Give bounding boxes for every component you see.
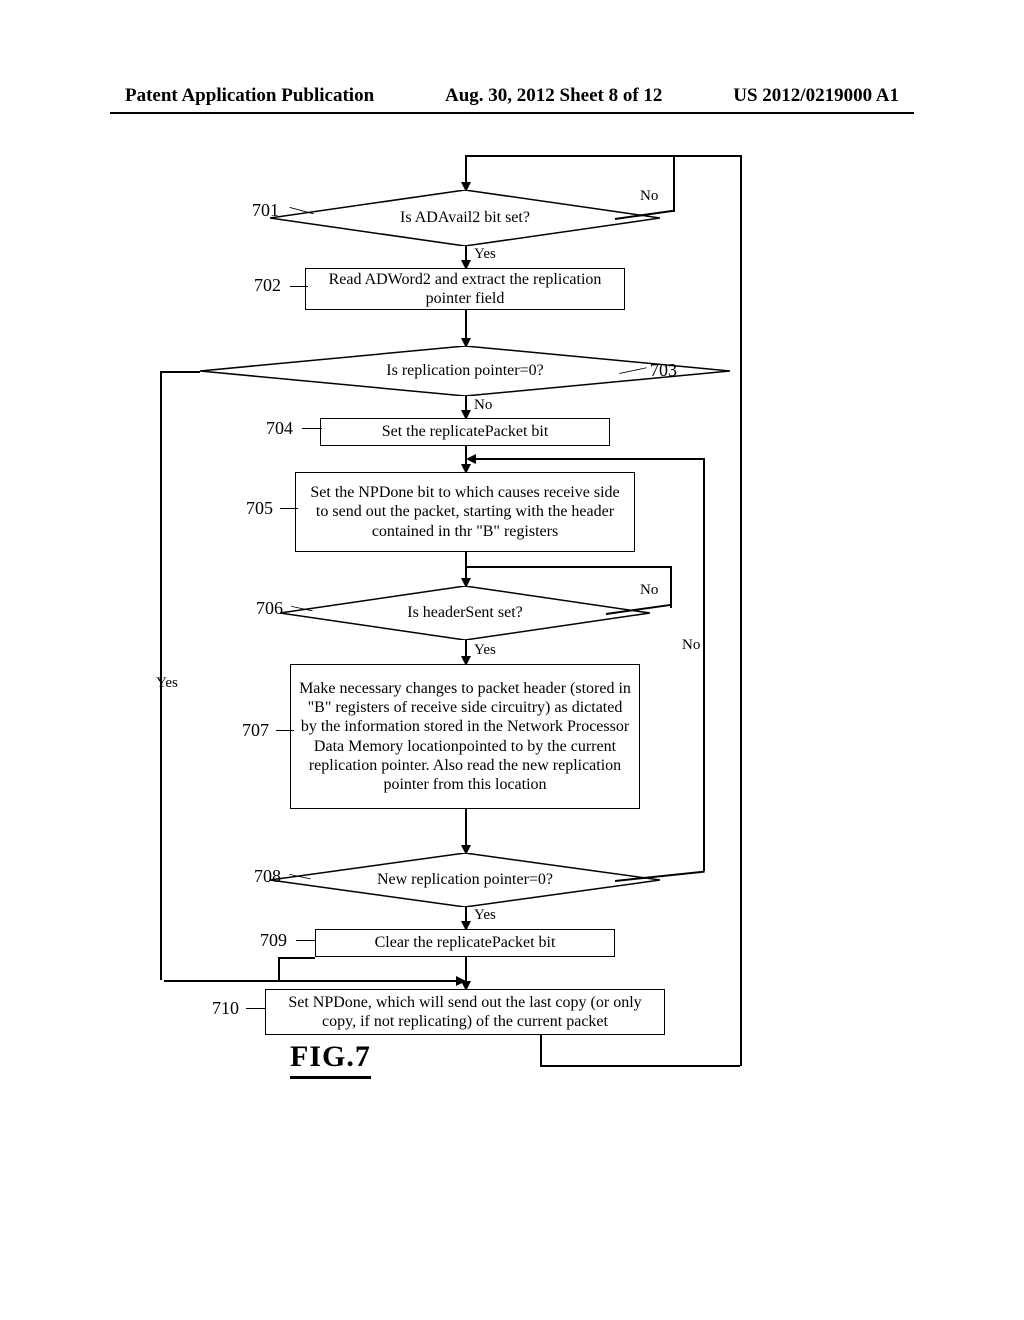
ref-710: 710	[212, 998, 239, 1019]
decision-701: Is ADAvail2 bit set?	[270, 190, 660, 246]
ref-705: 705	[246, 498, 273, 519]
ref-702: 702	[254, 275, 281, 296]
page-header: Patent Application Publication Aug. 30, …	[0, 85, 1024, 107]
branch-yes: Yes	[474, 246, 496, 263]
header-right: US 2012/0219000 A1	[733, 85, 899, 107]
ref-701: 701	[252, 200, 279, 221]
leader-line	[276, 730, 294, 740]
branch-yes: Yes	[474, 907, 496, 924]
leader-line	[246, 1008, 266, 1018]
connector	[278, 957, 315, 959]
process-709: Clear the replicatePacket bit	[315, 929, 615, 957]
connector	[160, 371, 200, 373]
flowchart: Is ADAvail2 bit set? 701 No Yes Read ADW…	[160, 160, 880, 1260]
connector	[278, 957, 280, 981]
process-710-text: Set NPDone, which will send out the last…	[274, 993, 656, 1031]
header-rule	[110, 112, 914, 114]
connector	[160, 980, 460, 982]
leader-line	[302, 428, 322, 438]
ref-704: 704	[266, 418, 293, 439]
leader-line	[296, 940, 316, 950]
branch-no: No	[682, 637, 700, 654]
ref-707: 707	[242, 720, 269, 741]
branch-yes: Yes	[156, 675, 178, 692]
decision-706: Is headerSent set?	[280, 586, 650, 640]
branch-yes: Yes	[474, 642, 496, 659]
connector	[465, 155, 674, 157]
connector	[465, 809, 467, 849]
mask	[158, 980, 164, 1075]
ref-703: 703	[650, 360, 677, 381]
connector	[673, 155, 741, 157]
arrow-left-icon	[466, 454, 476, 464]
process-704-text: Set the replicatePacket bit	[382, 422, 549, 441]
connector	[703, 458, 705, 871]
process-710: Set NPDone, which will send out the last…	[265, 989, 665, 1035]
ref-709: 709	[260, 930, 287, 951]
connector	[466, 566, 671, 568]
process-705: Set the NPDone bit to which causes recei…	[295, 472, 635, 552]
decision-701-text: Is ADAvail2 bit set?	[270, 190, 660, 246]
connector	[476, 458, 704, 460]
leader-line	[290, 286, 308, 296]
connector	[160, 371, 162, 1068]
connector	[740, 155, 742, 1066]
connector	[670, 566, 672, 608]
process-704: Set the replicatePacket bit	[320, 418, 610, 446]
header-center: Aug. 30, 2012 Sheet 8 of 12	[445, 85, 662, 107]
decision-708: New replication pointer=0?	[270, 853, 660, 907]
process-707-text: Make necessary changes to packet header …	[299, 679, 631, 794]
connector	[540, 1035, 542, 1065]
branch-no: No	[640, 582, 658, 599]
process-707: Make necessary changes to packet header …	[290, 664, 640, 809]
process-702-text: Read ADWord2 and extract the replication…	[314, 270, 616, 308]
process-702: Read ADWord2 and extract the replication…	[305, 268, 625, 310]
ref-706: 706	[256, 598, 283, 619]
process-709-text: Clear the replicatePacket bit	[375, 933, 556, 952]
leader-line	[280, 508, 298, 518]
decision-706-text: Is headerSent set?	[280, 586, 650, 640]
branch-no: No	[640, 188, 658, 205]
header-left: Patent Application Publication	[125, 85, 374, 107]
figure-label: FIG.7	[290, 1040, 371, 1079]
decision-708-text: New replication pointer=0?	[270, 853, 660, 907]
connector	[465, 155, 467, 185]
connector	[540, 1065, 740, 1067]
ref-708: 708	[254, 866, 281, 887]
process-705-text: Set the NPDone bit to which causes recei…	[304, 483, 626, 541]
connector	[673, 155, 675, 212]
branch-no: No	[474, 397, 492, 414]
arrow-right-icon	[456, 976, 466, 986]
